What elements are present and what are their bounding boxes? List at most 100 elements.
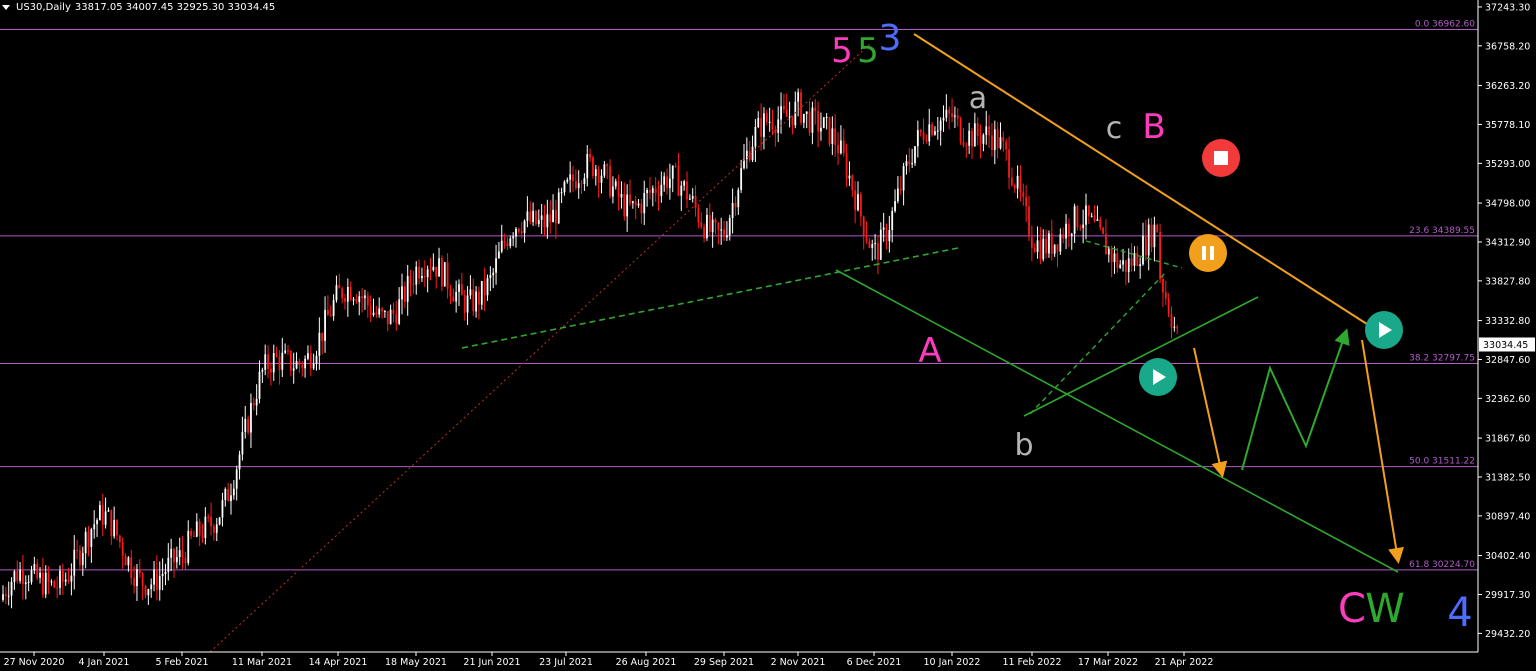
candle-body xyxy=(765,113,768,122)
candle-body xyxy=(455,291,458,302)
candle-body xyxy=(460,284,463,296)
price-tick-label: 37243.30 xyxy=(1485,2,1530,13)
candle-body xyxy=(1045,238,1047,254)
candle-body xyxy=(349,286,352,300)
candle-body xyxy=(1153,224,1156,248)
candle-body xyxy=(669,178,671,188)
candle-body xyxy=(879,229,882,260)
candle-body xyxy=(993,129,996,150)
wave-label: 5 xyxy=(831,31,853,71)
candle-body xyxy=(537,219,540,224)
candle-body xyxy=(768,121,771,123)
candle-body xyxy=(164,571,167,574)
candle-body xyxy=(897,188,899,202)
candle-body xyxy=(221,500,224,518)
candle-body xyxy=(99,505,101,521)
candle-body xyxy=(1082,224,1085,228)
chart-background xyxy=(0,0,1536,671)
candle-body xyxy=(22,569,24,585)
candle-body xyxy=(76,549,78,551)
candle-body xyxy=(218,517,221,525)
candle-body xyxy=(549,214,552,223)
candle-body xyxy=(141,573,144,587)
candle-body xyxy=(104,511,107,525)
candle-body xyxy=(423,276,426,278)
candle-body xyxy=(663,176,666,185)
candle-body xyxy=(73,549,76,576)
candle-body xyxy=(156,569,158,590)
price-tick-label: 29917.30 xyxy=(1485,590,1530,601)
candle-body xyxy=(309,353,312,369)
candle-body xyxy=(999,137,1002,149)
candle-body xyxy=(802,113,805,123)
fib-level-label: 38.2 32797.75 xyxy=(1409,353,1475,363)
candle-body xyxy=(489,275,492,279)
candle-body xyxy=(1059,234,1062,252)
candle-body xyxy=(480,280,483,305)
candle-body xyxy=(512,236,515,239)
candle-body xyxy=(1079,227,1082,229)
price-tick-label: 32362.60 xyxy=(1485,394,1530,405)
candle-body xyxy=(1122,260,1124,265)
candle-body xyxy=(415,266,418,285)
candle-body xyxy=(612,186,614,197)
candle-body xyxy=(888,230,891,242)
candle-body xyxy=(723,229,725,238)
wave-label: 5 xyxy=(857,31,879,71)
candle-body xyxy=(1102,227,1104,234)
candle-body xyxy=(329,315,332,317)
candle-body xyxy=(991,135,993,150)
candle-body xyxy=(175,557,178,563)
candle-body xyxy=(118,535,121,543)
price-tick-label: 33332.80 xyxy=(1485,316,1530,327)
candle-body xyxy=(355,299,358,303)
candle-body xyxy=(292,368,295,371)
candle-body xyxy=(272,353,275,373)
pause-icon[interactable] xyxy=(1189,234,1227,272)
candle-body xyxy=(230,495,232,502)
candle-body xyxy=(563,181,566,193)
candle-body xyxy=(264,354,267,370)
candle-body xyxy=(634,201,637,206)
candle-body xyxy=(375,312,378,315)
candle-body xyxy=(16,571,19,581)
candle-body xyxy=(1093,215,1096,221)
candle-body xyxy=(911,163,914,165)
candle-body xyxy=(395,313,398,324)
candle-body xyxy=(845,153,848,179)
candle-body xyxy=(840,140,842,154)
candle-body xyxy=(441,258,443,287)
candle-body xyxy=(121,542,124,557)
price-chart[interactable]: 0.0 36962.60 23.6 34389.55 38.2 32797.75 50… xyxy=(0,0,1536,671)
candle-body xyxy=(312,363,315,369)
candle-body xyxy=(734,203,737,208)
candle-body xyxy=(703,226,705,239)
candle-body xyxy=(600,175,603,183)
candle-body xyxy=(478,291,480,305)
candle-body xyxy=(783,106,785,110)
candle-body xyxy=(597,169,600,183)
candle-body xyxy=(691,196,694,199)
candle-body xyxy=(785,109,788,117)
collapse-triangle-icon[interactable] xyxy=(2,5,10,10)
candle-body xyxy=(426,269,429,278)
candle-body xyxy=(617,181,620,198)
price-tick-label: 32847.60 xyxy=(1485,355,1530,366)
candle-body xyxy=(771,121,774,130)
candle-body xyxy=(523,220,526,233)
candle-body xyxy=(1105,233,1107,255)
candle-body xyxy=(449,288,452,297)
candle-body xyxy=(868,241,871,248)
candle-body xyxy=(1068,223,1070,236)
candle-body xyxy=(623,194,626,217)
candle-body xyxy=(1022,192,1025,197)
candle-body xyxy=(985,126,988,135)
candle-body xyxy=(982,134,985,144)
candle-body xyxy=(697,207,700,223)
candle-body xyxy=(361,296,363,299)
candle-body xyxy=(27,581,30,583)
candle-body xyxy=(629,194,631,204)
candle-body xyxy=(1042,238,1045,260)
candle-body xyxy=(529,211,532,222)
candle-body xyxy=(828,117,831,144)
